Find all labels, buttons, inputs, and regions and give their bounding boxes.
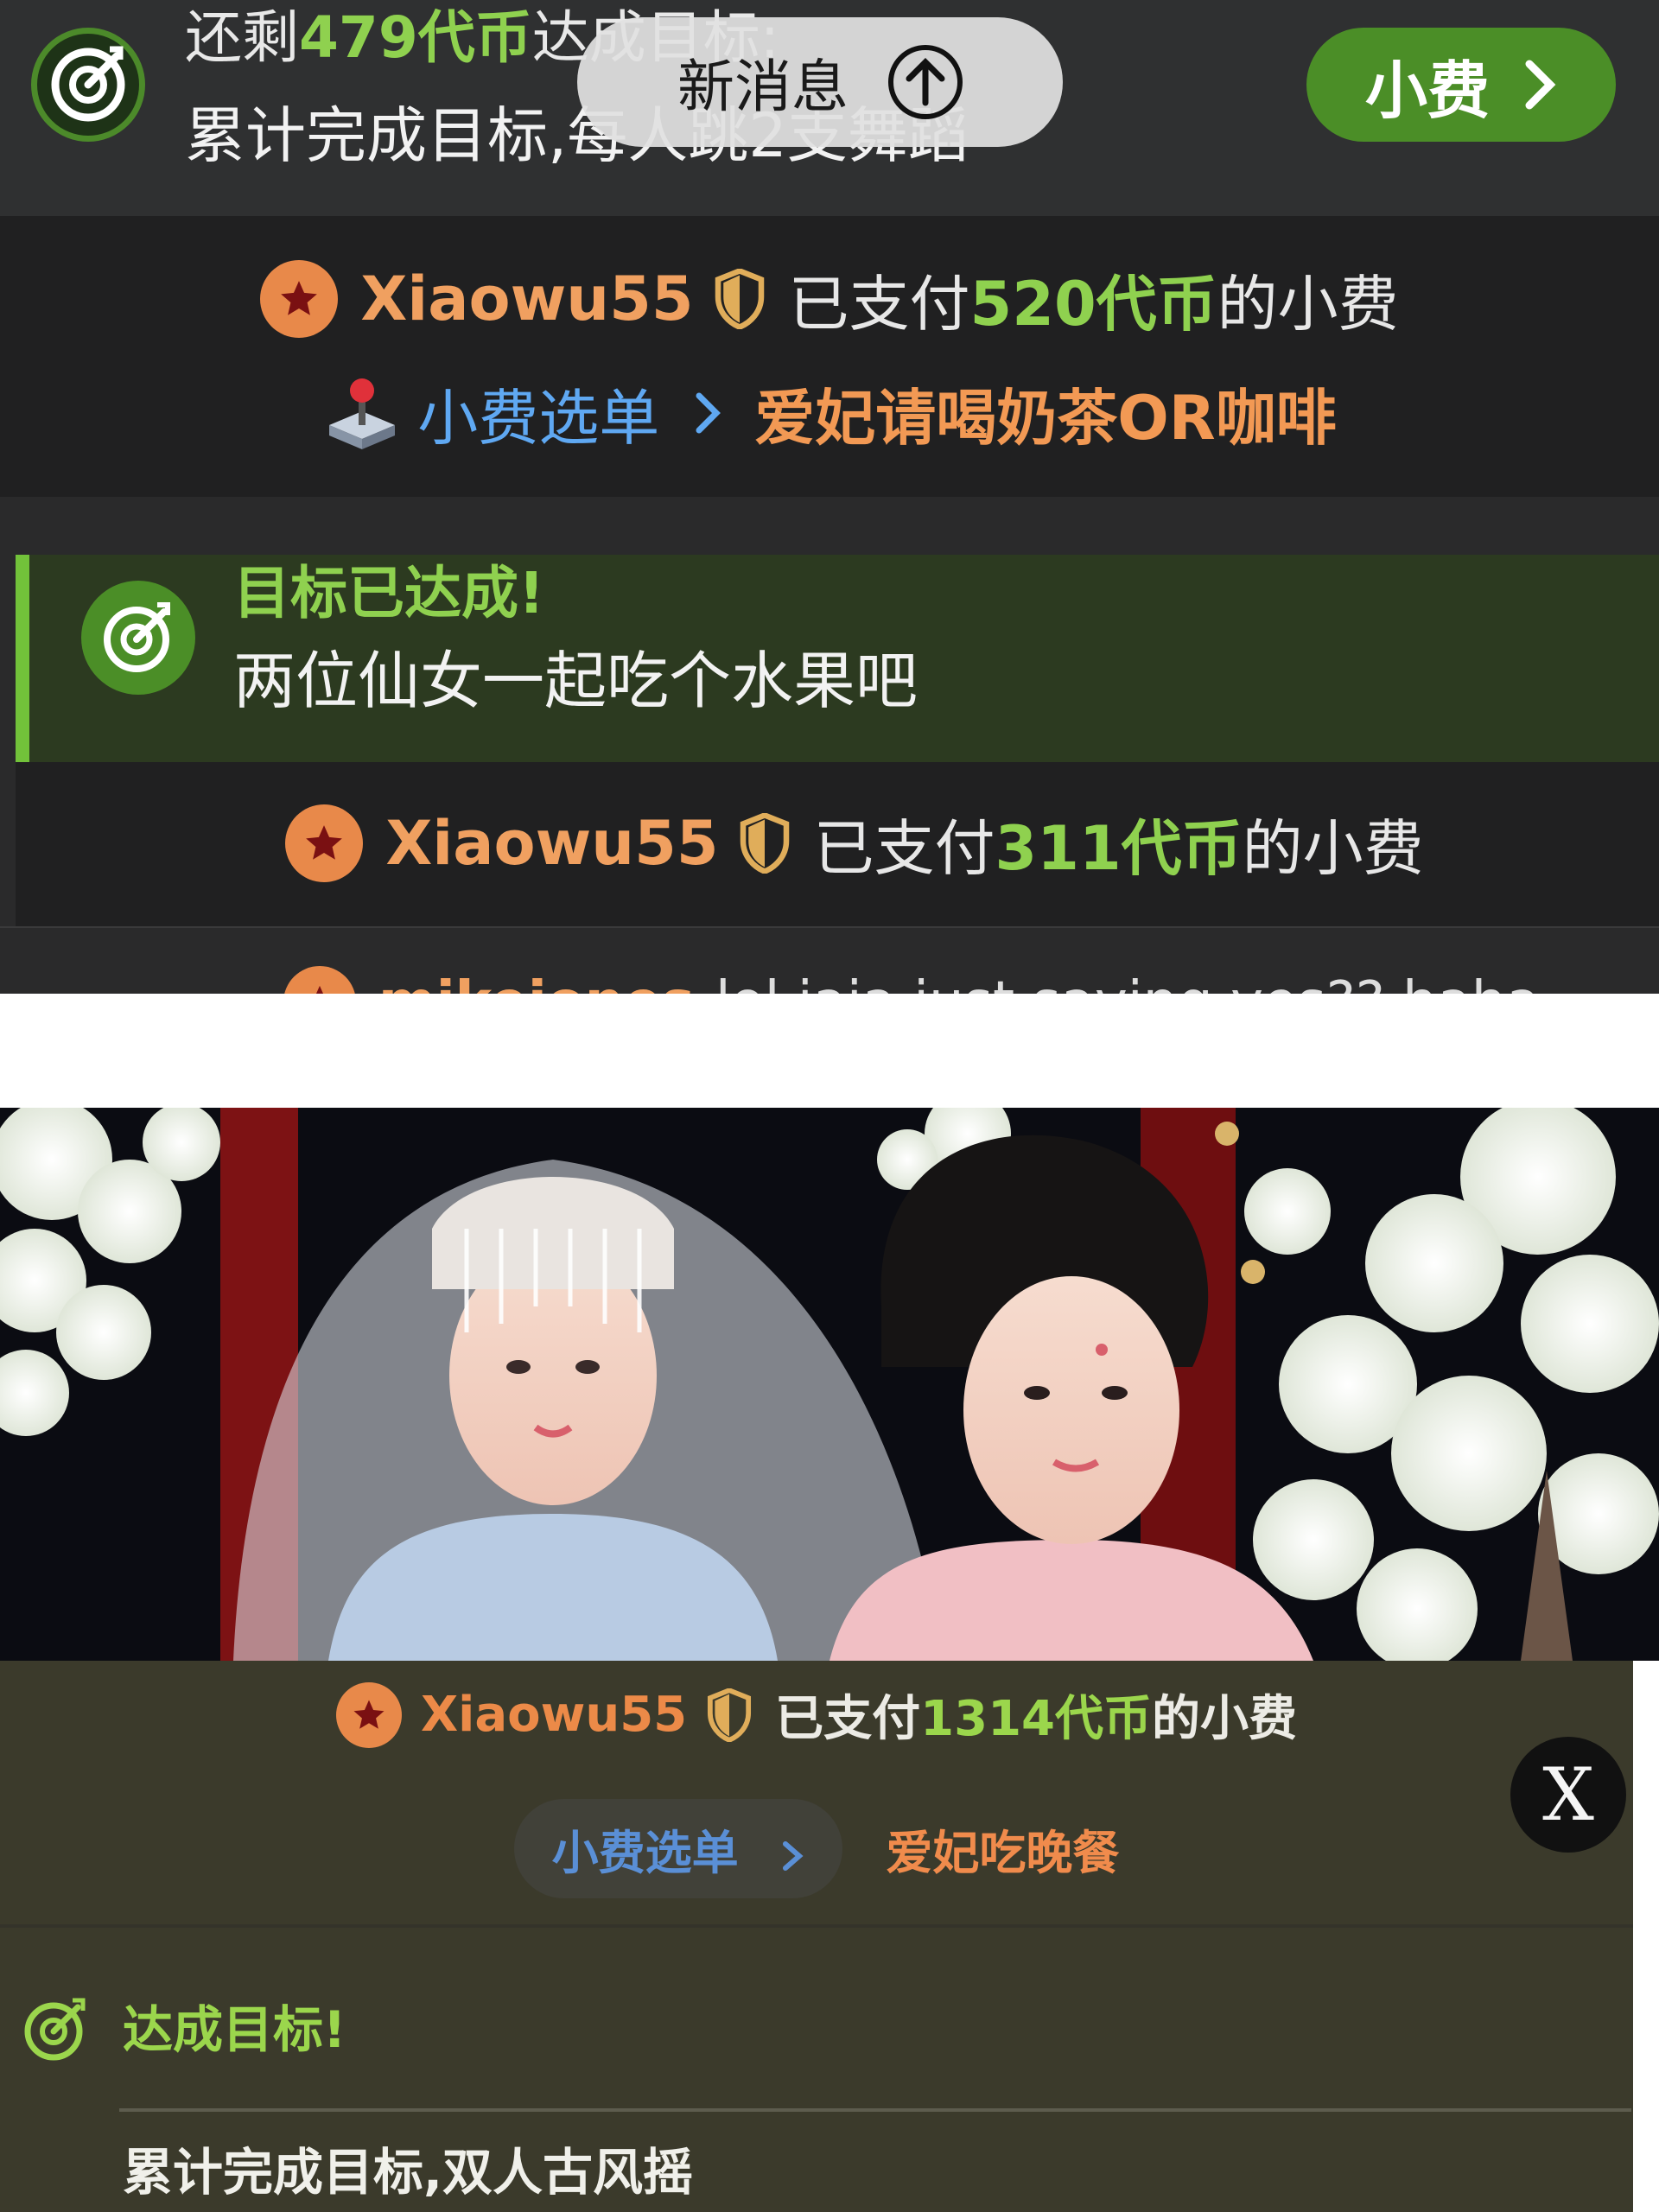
username[interactable]: Xiaowu55 (385, 808, 718, 879)
shield-icon (715, 269, 764, 329)
close-icon: X (1542, 1752, 1594, 1837)
tip-menu-button[interactable]: 小费选单 (513, 1799, 843, 1898)
chat-tip-message: Xiaowu55 已支付 520代币 的小费 小费选单 爱妃请喝奶茶OR咖啡 (0, 216, 1659, 497)
chat-tip-message: Xiaowu55 已支付 311代币 的小费 (0, 762, 1659, 926)
star-badge-icon (285, 804, 364, 882)
new-messages-label: 新消息 (677, 54, 849, 120)
close-button[interactable]: X (1510, 1737, 1626, 1853)
screenshot-edge (1633, 1661, 1659, 2212)
paid-suffix: 的小费 (1152, 1691, 1298, 1747)
goal-reached-card: 目标已达成! 两位仙女一起吃个水果吧 (16, 555, 1659, 762)
paid-text: 已支付 (813, 812, 995, 884)
tip-button[interactable]: 小费 (1306, 28, 1616, 142)
chevron-right-icon (783, 1841, 804, 1872)
paid-suffix: 的小费 (1242, 812, 1424, 884)
target-goal-icon (19, 1993, 92, 2066)
star-badge-icon (260, 260, 339, 338)
goal-reached-text: 两位仙女一起吃个水果吧 (233, 645, 918, 717)
shield-icon (708, 1688, 752, 1742)
video-scene (0, 1108, 1659, 1661)
chevron-right-icon (696, 392, 721, 434)
tip-message-line: Xiaowu55 已支付 1314代币 的小费 (0, 1680, 1633, 1750)
tip-amount: 1314代币 (920, 1691, 1153, 1747)
arrow-up-icon (888, 45, 963, 119)
tip-amount: 520代币 (969, 268, 1217, 340)
message-text: lol jaja just saying yes?? haha (715, 970, 1541, 995)
target-goal-icon (81, 581, 195, 695)
star-badge-icon (283, 966, 356, 995)
tip-menu-item: 爱妃请喝奶茶OR咖啡 (754, 382, 1337, 454)
goal-reached-title: 目标已达成! (233, 560, 545, 626)
goal-reached-title: 达成目标! (123, 2000, 346, 2059)
username[interactable]: mikejones (378, 970, 695, 995)
screenshot-gap (0, 994, 1659, 1108)
stream-video-frame[interactable] (0, 1108, 1659, 1661)
tip-menu-label: 小费选单 (551, 1826, 739, 1880)
chat-message-cutoff: mikejones lol jaja just saying yes?? hah… (0, 926, 1659, 995)
divider (0, 1924, 1633, 1928)
paid-text: 已支付 (788, 268, 970, 340)
joystick-icon (329, 378, 396, 449)
tip-menu-line: 小费选单 爱妃吃晚餐 (0, 1799, 1633, 1898)
shield-icon (740, 813, 789, 874)
divider (119, 2108, 1631, 2112)
chat-spacer (0, 497, 1659, 555)
username[interactable]: Xiaowu55 (360, 264, 693, 334)
username[interactable]: Xiaowu55 (421, 1687, 687, 1743)
star-badge-icon (335, 1681, 402, 1748)
tip-menu-link[interactable]: 小费选单 (417, 370, 659, 457)
tip-menu-item: 爱妃吃晚餐 (886, 1826, 1120, 1880)
tip-amount: 311代币 (995, 812, 1243, 884)
paid-text: 已支付 (775, 1691, 921, 1747)
paid-suffix: 的小费 (1217, 268, 1399, 340)
goal-reached-text: 累计完成目标,双人古风摇 (123, 2143, 694, 2202)
chevron-right-icon (1525, 60, 1556, 110)
chat-overlay-bottom: Xiaowu55 已支付 1314代币 的小费 小费选单 爱妃吃晚餐 达成目标! 累… (0, 1661, 1633, 2212)
target-goal-icon (31, 28, 145, 142)
tip-button-label: 小费 (1364, 54, 1490, 127)
new-messages-button[interactable]: 新消息 (577, 17, 1063, 147)
